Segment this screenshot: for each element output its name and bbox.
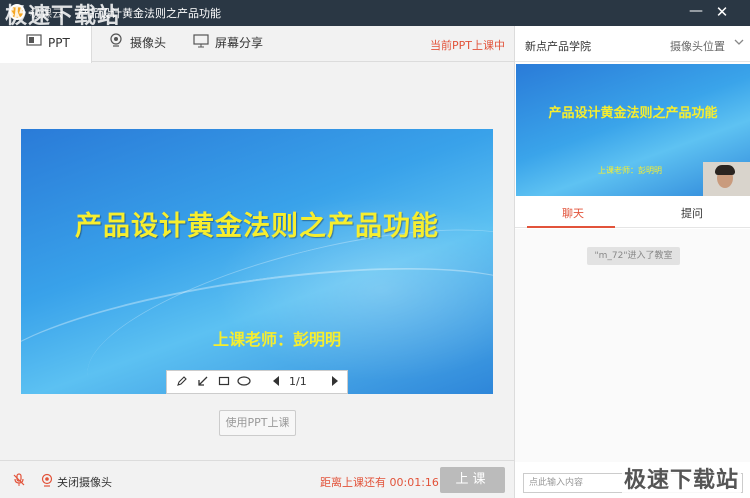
- prev-page-icon[interactable]: [267, 374, 285, 392]
- camera-icon: [108, 27, 124, 61]
- countdown-text: 距离上课还有 00:01:16: [320, 476, 439, 489]
- ppt-slide: 产品设计黄金法则之产品功能 上课老师：彭明明: [21, 129, 493, 394]
- close-camera-button[interactable]: 关闭摄像头: [57, 474, 112, 490]
- chevron-down-icon[interactable]: [734, 38, 744, 49]
- slide-teacher: 上课老师：彭明明: [212, 330, 341, 349]
- slide-preview: 产品设计黄金法则之产品功能 上课老师：彭明明: [516, 64, 750, 196]
- tab-camera-label: 摄像头: [130, 36, 167, 50]
- right-header: 新点产品学院 摄像头位置: [515, 26, 750, 62]
- system-message: "m_72"进入了教室: [587, 247, 680, 265]
- preview-title: 产品设计黄金法则之产品功能: [548, 106, 718, 121]
- close-button[interactable]: ✕: [712, 2, 732, 22]
- slide-title: 产品设计黄金法则之产品功能: [75, 211, 439, 242]
- window-title: 产品设计黄金法则之产品功能: [78, 7, 221, 20]
- bottom-bar: 关闭摄像头 距离上课还有 00:01:16 上课: [0, 460, 514, 498]
- start-class-button[interactable]: 上课: [440, 467, 505, 493]
- watermark-bottom: 极速下载站: [622, 462, 742, 494]
- arrow-icon[interactable]: [194, 374, 212, 392]
- preview-teacher: 上课老师：彭明明: [598, 166, 662, 175]
- webcam-icon[interactable]: [40, 473, 54, 490]
- camera-thumbnail: [703, 162, 750, 196]
- ellipse-icon[interactable]: [235, 374, 253, 392]
- tab-screen-share[interactable]: 屏幕分享: [193, 26, 283, 62]
- tab-questions[interactable]: 提问: [681, 205, 703, 221]
- slide-toolbar: 1/1: [166, 370, 348, 394]
- chat-messages: "m_72"进入了教室: [515, 229, 750, 462]
- tab-screen-label: 屏幕分享: [215, 36, 264, 50]
- source-tabs: PPT 摄像头 屏幕分享 当前PPT上课中: [0, 26, 514, 63]
- app-name: 极课云: [30, 7, 63, 20]
- pen-icon[interactable]: [173, 374, 191, 392]
- org-name: 新点产品学院: [525, 40, 591, 53]
- microphone-muted-icon[interactable]: [12, 473, 26, 490]
- tab-ppt-label: PPT: [48, 36, 70, 50]
- camera-position-dropdown[interactable]: 摄像头位置: [670, 38, 725, 54]
- right-panel: 新点产品学院 摄像头位置 产品设计黄金法则之产品功能 上课老师：彭明明 聊天 提…: [514, 26, 750, 498]
- title-bar: 极课云 产品设计黄金法则之产品功能 极速下载站 — ✕: [0, 0, 750, 29]
- tab-ppt[interactable]: PPT: [0, 26, 92, 63]
- minimize-button[interactable]: —: [686, 2, 706, 22]
- active-tab-underline: [527, 226, 615, 228]
- chat-tabs: 聊天 提问: [515, 196, 750, 228]
- tab-camera[interactable]: 摄像头: [108, 26, 180, 62]
- slide-icon: [26, 27, 42, 61]
- main-panel: PPT 摄像头 屏幕分享 当前PPT上课中 产品设计黄金法则之产品功能 上课老师…: [0, 26, 514, 498]
- tab-chat[interactable]: 聊天: [562, 205, 584, 221]
- status-text: 当前PPT上课中: [430, 39, 505, 52]
- app-logo-icon: [9, 4, 25, 20]
- monitor-icon: [193, 27, 209, 61]
- rectangle-icon[interactable]: [215, 374, 233, 392]
- next-page-icon[interactable]: [326, 374, 344, 392]
- use-ppt-button[interactable]: 使用PPT上课: [219, 410, 296, 436]
- page-indicator: 1/1: [289, 375, 307, 388]
